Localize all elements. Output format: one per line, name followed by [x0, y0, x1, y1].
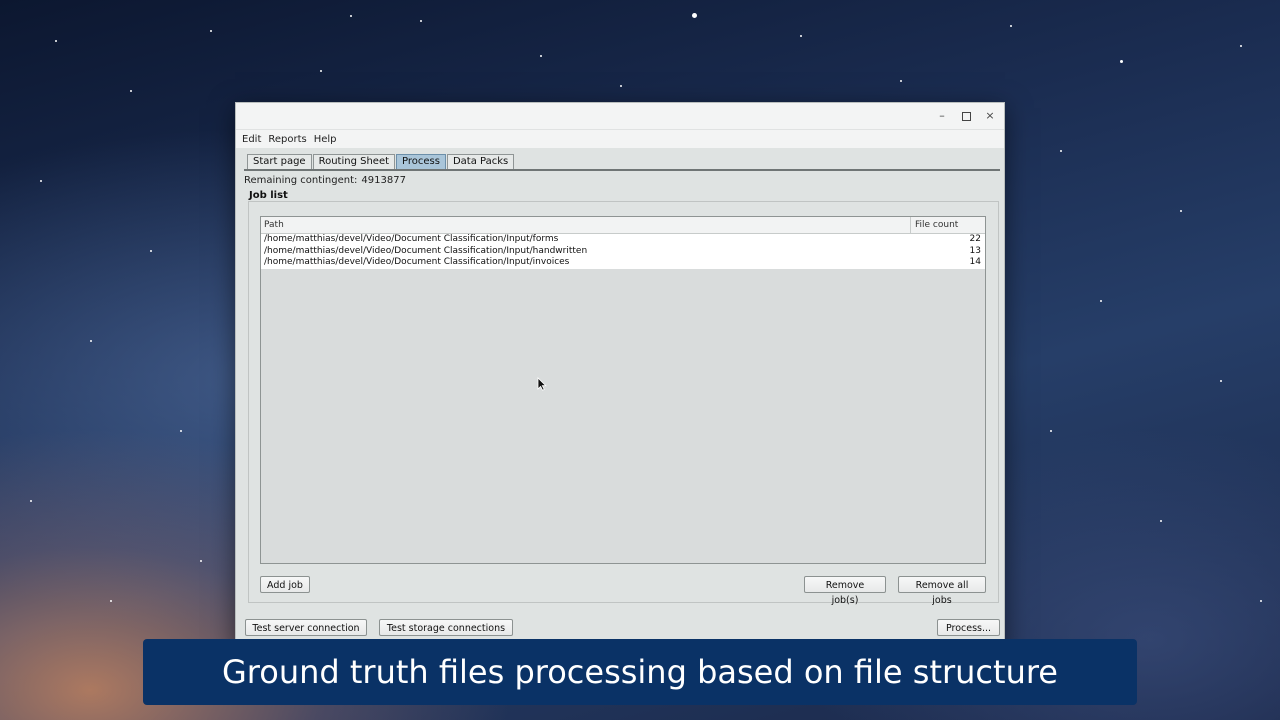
video-caption: Ground truth files processing based on f…: [143, 639, 1137, 705]
tab-divider: [244, 169, 1000, 171]
remaining-label: Remaining contingent:: [244, 175, 358, 186]
cell-path: /home/matthias/devel/Video/Document Clas…: [264, 234, 559, 244]
tab-start-page[interactable]: Start page: [247, 154, 312, 169]
app-window: – × Edit Reports Help Start page Routing…: [235, 102, 1005, 650]
maximize-button[interactable]: [958, 108, 974, 124]
job-list-title: Job list: [249, 190, 288, 201]
test-storage-connections-button[interactable]: Test storage connections: [379, 619, 513, 636]
tab-bar: Start page Routing Sheet Process Data Pa…: [247, 154, 515, 169]
job-table[interactable]: Path File count /home/matthias/devel/Vid…: [260, 216, 986, 564]
menu-help[interactable]: Help: [314, 134, 337, 145]
tab-data-packs[interactable]: Data Packs: [446, 154, 515, 169]
mouse-cursor-icon: [537, 377, 547, 391]
column-header-path[interactable]: Path: [261, 217, 911, 233]
menu-edit[interactable]: Edit: [242, 134, 261, 145]
cell-file-count: 13: [969, 245, 981, 256]
remaining-contingent: Remaining contingent: 4913877: [244, 175, 410, 186]
cell-file-count: 22: [969, 234, 981, 244]
close-button[interactable]: ×: [982, 108, 998, 124]
tab-process[interactable]: Process: [396, 154, 446, 169]
test-server-connection-button[interactable]: Test server connection: [245, 619, 367, 636]
cell-path: /home/matthias/devel/Video/Document Clas…: [264, 257, 570, 267]
maximize-icon: [961, 112, 971, 121]
table-row[interactable]: /home/matthias/devel/Video/Document Clas…: [261, 245, 985, 257]
minimize-button[interactable]: –: [934, 108, 950, 124]
title-bar: – ×: [236, 103, 1004, 130]
cell-path: /home/matthias/devel/Video/Document Clas…: [264, 245, 588, 256]
process-button[interactable]: Process...: [937, 619, 1000, 636]
table-header: Path File count: [261, 217, 985, 234]
remove-all-jobs-button[interactable]: Remove all jobs: [898, 576, 986, 606]
table-row[interactable]: /home/matthias/devel/Video/Document Clas…: [261, 234, 985, 246]
cell-file-count: 14: [969, 257, 981, 267]
table-row[interactable]: /home/matthias/devel/Video/Document Clas…: [261, 257, 985, 269]
remaining-value: 4913877: [361, 175, 406, 186]
menu-bar: Edit Reports Help: [236, 130, 1004, 148]
column-header-file-count[interactable]: File count: [911, 217, 985, 233]
menu-reports[interactable]: Reports: [268, 134, 306, 145]
add-job-button[interactable]: Add job: [260, 576, 310, 593]
tab-routing-sheet[interactable]: Routing Sheet: [312, 154, 396, 169]
remove-jobs-button[interactable]: Remove job(s): [804, 576, 886, 606]
